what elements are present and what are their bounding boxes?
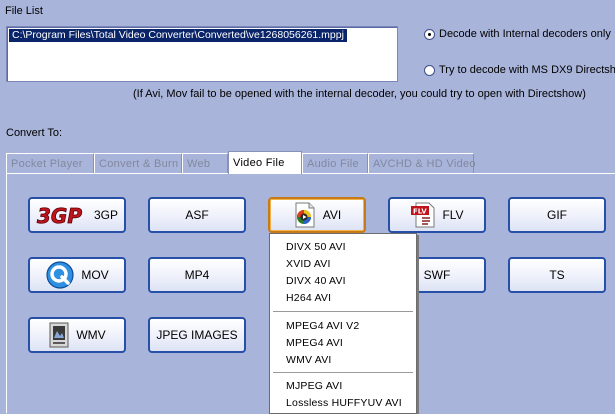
tab-audio-file[interactable]: Audio File xyxy=(302,153,368,174)
decode-dx9-label: Try to decode with MS DX9 Directshow xyxy=(439,64,615,76)
format-label: FLV xyxy=(442,208,464,222)
format-button-mov[interactable]: MOV xyxy=(28,257,126,293)
decode-internal-label: Decode with Internal decoders only xyxy=(439,28,611,40)
format-label: 3GP xyxy=(93,208,118,222)
menu-item-mjpeg-avi[interactable]: MJPEG AVI xyxy=(286,380,342,392)
file-list-label: File List xyxy=(5,5,43,17)
quicktime-icon xyxy=(46,261,74,289)
format-label: MP4 xyxy=(184,268,210,282)
radio-checked-icon[interactable] xyxy=(424,28,435,40)
file-list[interactable]: C:\Program Files\Total Video Converter\C… xyxy=(6,26,398,82)
avi-codec-menu: DIVX 50 AVI XVID AVI DIVX 40 AVI H264 AV… xyxy=(269,233,417,414)
menu-item-lossless-huffyuv-avi[interactable]: Lossless HUFFYUV AVI xyxy=(286,397,402,409)
format-label: WMV xyxy=(76,328,106,342)
convert-to-label: Convert To: xyxy=(6,127,63,139)
format-button-ts[interactable]: TS xyxy=(508,257,606,293)
menu-item-divx50-avi[interactable]: DIVX 50 AVI xyxy=(286,241,346,253)
menu-separator xyxy=(273,311,413,313)
flv-file-icon: FLV xyxy=(411,202,435,228)
tab-pocket-player[interactable]: Pocket Player xyxy=(6,153,94,174)
menu-item-mpeg4-avi[interactable]: MPEG4 AVI xyxy=(286,337,343,349)
format-button-3gp[interactable]: 3GP 3GP xyxy=(28,197,126,233)
menu-item-h264-avi[interactable]: H264 AVI xyxy=(286,292,331,304)
tab-video-file[interactable]: Video File xyxy=(228,151,302,174)
format-button-asf[interactable]: ASF xyxy=(148,197,246,233)
file-list-item[interactable]: C:\Program Files\Total Video Converter\C… xyxy=(9,29,347,42)
format-button-mp4[interactable]: MP4 xyxy=(148,257,246,293)
3gp-logo-icon: 3GP xyxy=(37,204,83,227)
menu-item-divx40-avi[interactable]: DIVX 40 AVI xyxy=(286,275,346,287)
format-label: AVI xyxy=(322,208,342,222)
format-button-gif[interactable]: GIF xyxy=(508,197,606,233)
tab-convert-burn[interactable]: Convert & Burn xyxy=(94,153,182,174)
format-label: JPEG IMAGES xyxy=(156,328,238,342)
radio-unchecked-icon[interactable] xyxy=(424,64,435,76)
format-label: ASF xyxy=(185,208,209,222)
tab-avchd-hd-video[interactable]: AVCHD & HD Video xyxy=(368,153,476,174)
format-button-wmv[interactable]: WMV xyxy=(28,317,126,353)
menu-separator xyxy=(273,372,413,374)
format-label: MOV xyxy=(81,268,109,282)
3gp-logo-text: 3GP xyxy=(37,204,82,227)
format-button-jpeg-images[interactable]: JPEG IMAGES xyxy=(148,317,246,353)
format-button-avi[interactable]: AVI xyxy=(268,197,366,233)
category-tabs: Pocket Player Convert & Burn Web Video F… xyxy=(6,151,476,174)
avi-file-icon xyxy=(295,202,315,228)
format-label: TS xyxy=(549,268,565,282)
wmv-file-icon xyxy=(49,322,69,348)
menu-item-wmv-avi[interactable]: WMV AVI xyxy=(286,354,332,366)
format-label: SWF xyxy=(423,268,451,282)
menu-item-xvid-avi[interactable]: XVID AVI xyxy=(286,258,331,270)
decode-internal-radio[interactable]: Decode with Internal decoders only xyxy=(424,28,611,40)
decode-dx9-radio[interactable]: Try to decode with MS DX9 Directshow xyxy=(424,64,615,76)
format-button-flv[interactable]: FLV FLV xyxy=(388,197,486,233)
tab-web[interactable]: Web xyxy=(182,153,228,174)
flv-badge-text: FLV xyxy=(413,208,427,216)
menu-item-mpeg4-avi-v2[interactable]: MPEG4 AVI V2 xyxy=(286,320,359,332)
directshow-hint: (If Avi, Mov fail to be opened with the … xyxy=(133,88,586,100)
format-label: GIF xyxy=(547,208,567,222)
